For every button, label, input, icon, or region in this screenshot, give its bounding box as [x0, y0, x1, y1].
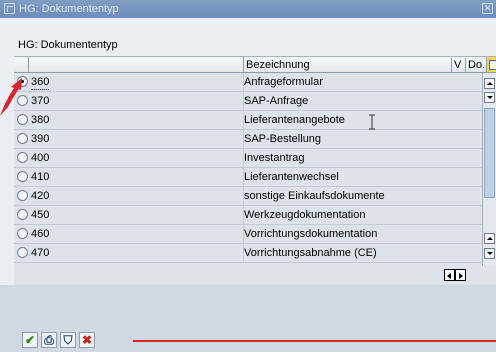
- radio-button[interactable]: [17, 152, 28, 163]
- row-code: 450: [31, 209, 50, 221]
- table-row[interactable]: 390 SAP-Bestellung: [14, 130, 482, 149]
- scroll-page-down-button[interactable]: [484, 248, 495, 259]
- scroll-page-up-button[interactable]: [484, 233, 495, 244]
- cancel-button[interactable]: ✖: [79, 332, 95, 348]
- row-code: 410: [31, 171, 50, 183]
- table-row[interactable]: 470 Vorrichtungsabnahme (CE): [14, 244, 482, 263]
- arrow-down-icon: [487, 96, 493, 99]
- row-label: Werkzeugdokumentation: [244, 209, 366, 221]
- scroll-left-button[interactable]: [444, 269, 455, 281]
- table-row[interactable]: 450 Werkzeugdokumentation: [14, 206, 482, 225]
- table-caption: HG: Dokumententyp: [18, 39, 118, 51]
- row-label: Anfrageformular: [244, 76, 323, 88]
- column-settings-icon[interactable]: [486, 57, 496, 72]
- row-code: 390: [31, 133, 50, 145]
- row-code: 460: [31, 228, 50, 240]
- row-label: Investantrag: [244, 152, 305, 164]
- radio-button[interactable]: [17, 209, 28, 220]
- table-row[interactable]: 400 Investantrag: [14, 149, 482, 168]
- arrow-down-icon: [487, 252, 493, 255]
- table-row[interactable]: 370 SAP-Anfrage: [14, 92, 482, 111]
- row-code: 380: [31, 114, 50, 126]
- table-row[interactable]: 410 Lieferantenwechsel: [14, 168, 482, 187]
- scroll-thumb[interactable]: [484, 108, 495, 198]
- row-code: 420: [31, 190, 50, 202]
- table-row[interactable]: 460 Vorrichtungsdokumentation: [14, 225, 482, 244]
- close-icon[interactable]: ✕: [482, 3, 493, 14]
- row-code: 360: [31, 76, 50, 90]
- radio-button[interactable]: [17, 190, 28, 201]
- table-header: Bezeichnung V Do..: [14, 56, 496, 73]
- window-title-bar: HG: Dokumententyp ✕: [0, 0, 496, 18]
- window-title: HG: Dokumententyp: [19, 3, 119, 15]
- radio-button[interactable]: [17, 228, 28, 239]
- row-label: SAP-Anfrage: [244, 95, 309, 107]
- confirm-button[interactable]: ✔: [22, 332, 38, 348]
- radio-button[interactable]: [17, 171, 28, 182]
- horizontal-scroll-area: [14, 266, 496, 285]
- table-row[interactable]: 360 Anfrageformular: [14, 73, 482, 92]
- vertical-scrollbar[interactable]: [482, 73, 496, 266]
- row-label: Lieferantenangebote: [244, 114, 345, 126]
- radio-button[interactable]: [17, 247, 28, 258]
- red-arrow-annotation: [0, 78, 22, 116]
- filter-button[interactable]: ⛉: [60, 332, 76, 348]
- column-header-bezeichnung[interactable]: Bezeichnung: [244, 58, 452, 72]
- radio-button[interactable]: [17, 133, 28, 144]
- select-all-header[interactable]: [14, 57, 29, 72]
- scroll-right-button[interactable]: [455, 269, 466, 281]
- table-row[interactable]: 420 sonstige Einkaufsdokumente: [14, 187, 482, 206]
- column-header-v[interactable]: V: [452, 58, 466, 72]
- row-label: sonstige Einkaufsdokumente: [244, 190, 385, 202]
- column-header-code[interactable]: [29, 57, 244, 72]
- row-label: Vorrichtungsabnahme (CE): [244, 247, 377, 259]
- table-row[interactable]: 380 Lieferantenangebote: [14, 111, 482, 130]
- arrow-right-icon: [459, 273, 463, 279]
- row-code: 370: [31, 95, 50, 107]
- window-icon: [4, 3, 15, 14]
- text-cursor-icon: [369, 114, 375, 130]
- table-body: 360 Anfrageformular 370 SAP-Anfrage 380 …: [14, 73, 482, 266]
- red-underline-annotation: [133, 340, 496, 342]
- row-code: 470: [31, 247, 50, 259]
- row-label: SAP-Bestellung: [244, 133, 322, 145]
- row-code: 400: [31, 152, 50, 164]
- print-button[interactable]: ⎙: [41, 332, 57, 348]
- scroll-down-button[interactable]: [484, 92, 495, 103]
- arrow-up-icon: [487, 82, 493, 85]
- scroll-up-button[interactable]: [484, 78, 495, 89]
- row-label: Lieferantenwechsel: [244, 171, 339, 183]
- value-list-table: Bezeichnung V Do.. 360 Anfrageformular 3…: [14, 56, 496, 285]
- row-label: Vorrichtungsdokumentation: [244, 228, 378, 240]
- arrow-up-icon: [487, 237, 493, 240]
- arrow-left-icon: [447, 273, 451, 279]
- column-header-do[interactable]: Do..: [466, 58, 488, 72]
